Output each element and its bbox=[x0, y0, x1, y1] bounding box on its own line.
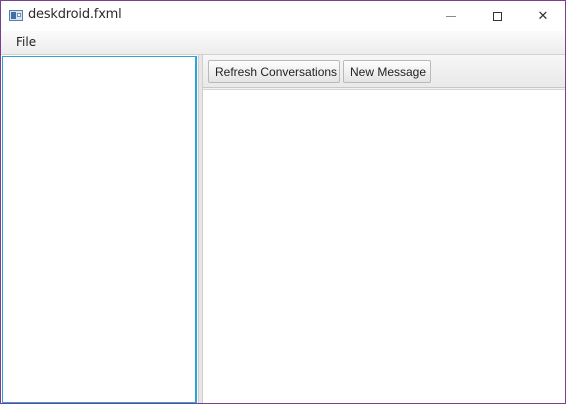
close-icon: ✕ bbox=[537, 8, 549, 24]
minimize-icon bbox=[446, 15, 456, 17]
maximize-icon bbox=[492, 11, 502, 21]
close-button[interactable]: ✕ bbox=[520, 1, 565, 31]
refresh-conversations-button[interactable]: Refresh Conversations bbox=[208, 60, 340, 83]
minimize-button[interactable] bbox=[428, 1, 474, 31]
toolbar: Refresh Conversations New Message bbox=[203, 55, 565, 88]
new-message-button[interactable]: New Message bbox=[343, 60, 431, 83]
message-pane: Refresh Conversations New Message bbox=[203, 55, 565, 403]
menu-item-file[interactable]: File bbox=[9, 34, 43, 50]
title-bar[interactable]: deskdroid.fxml ✕ bbox=[1, 1, 565, 31]
app-window-icon bbox=[9, 10, 23, 21]
conversation-list[interactable] bbox=[2, 56, 197, 403]
app-window: deskdroid.fxml ✕ File Refresh Conversati… bbox=[0, 0, 566, 404]
maximize-button[interactable] bbox=[474, 1, 520, 31]
message-content-area[interactable] bbox=[203, 89, 565, 403]
window-title: deskdroid.fxml bbox=[28, 7, 122, 22]
menu-bar: File bbox=[1, 31, 565, 55]
